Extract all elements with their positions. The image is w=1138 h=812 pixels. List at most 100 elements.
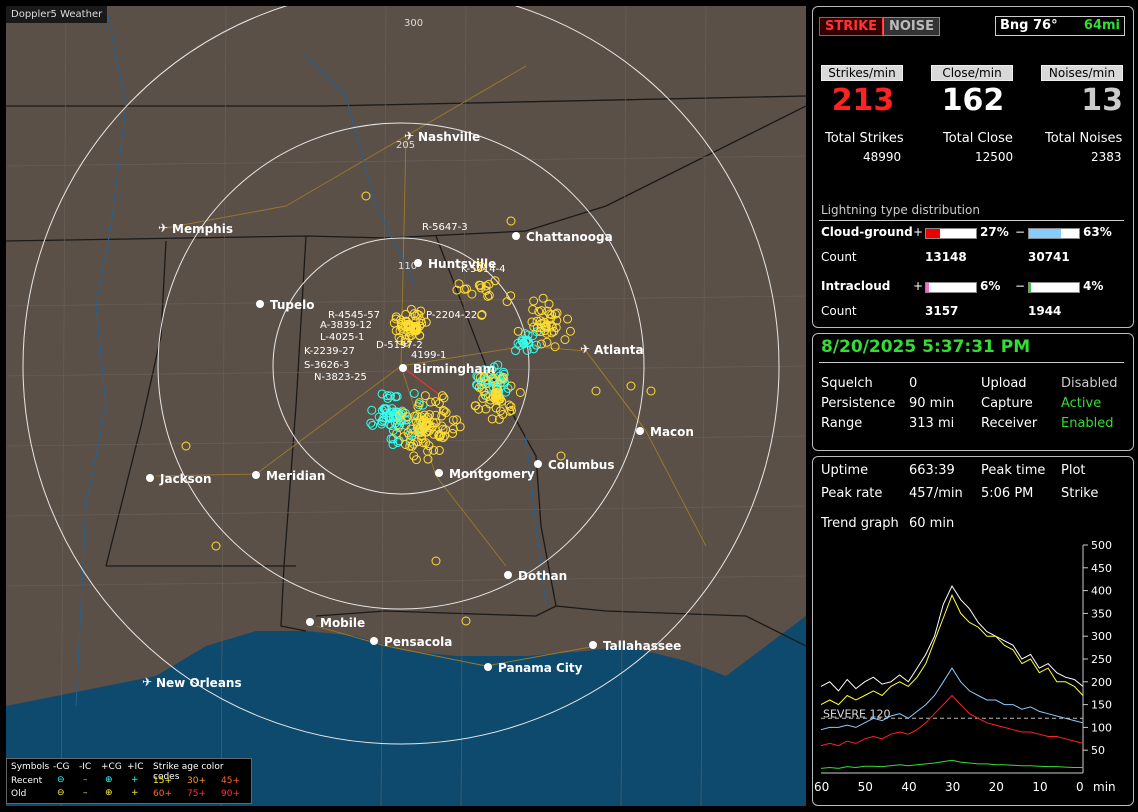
strike-marker [550, 342, 560, 352]
noise-button[interactable]: NOISE [883, 17, 941, 36]
y-tick-label: 400 [1091, 585, 1112, 598]
symbol-legend: Symbols -CG -IC +CG +IC Strike age color… [6, 758, 252, 804]
capture-label: Capture [981, 396, 1033, 411]
total-noises-value: 2383 [1091, 150, 1122, 164]
ic-count-label: Count [821, 304, 857, 318]
old-age-60: 60+ [153, 789, 172, 799]
ic-neg-count: 1944 [1028, 304, 1062, 318]
y-tick-label: 150 [1091, 699, 1112, 712]
cg-pos-pct: 27% [980, 225, 1009, 239]
peak-rate-value: 457/min [909, 486, 963, 501]
cg-count-label: Count [821, 250, 857, 264]
legend-recent-label: Recent [11, 776, 43, 786]
upload-label: Upload [981, 376, 1027, 391]
city-memphis: ✈ Memphis [158, 221, 233, 236]
strike-marker [490, 276, 500, 286]
ic-neg-sign: − [1015, 279, 1026, 293]
close-min-value: 162 [941, 83, 1005, 118]
range-label-300: 300 [404, 18, 423, 29]
city-montgomery: Montgomery [435, 467, 535, 481]
city-label: Macon [650, 425, 694, 439]
receiver-label: Receiver [981, 416, 1038, 431]
close-min-header: Close/min [931, 65, 1013, 81]
strike-marker [529, 296, 539, 306]
city-label: Nashville [418, 130, 480, 144]
ic-neg-pct: 4% [1083, 279, 1104, 293]
ic-pos-pct: 6% [980, 279, 1001, 293]
strike-label: N-3823-25 [314, 372, 367, 383]
city-label: Columbus [548, 458, 615, 472]
lightning-map[interactable]: 300 205 110 ✈ Nashville ✈ Memphis Chattanoog… [6, 6, 806, 806]
city-dot-icon [146, 474, 154, 482]
strike-marker [536, 339, 546, 349]
city-tupelo: Tupelo [256, 298, 315, 312]
trend-series-4 [820, 759, 1083, 769]
upload-value: Disabled [1061, 376, 1118, 391]
strike-marker [211, 541, 221, 551]
peak-rate-label: Peak rate [821, 486, 883, 501]
city-label: Birmingham [413, 362, 495, 376]
city-dot-icon [534, 460, 542, 468]
cg-pos-bar [925, 228, 977, 239]
city-label: Chattanooga [526, 230, 613, 244]
x-unit-label: min [1093, 780, 1116, 794]
strike-marker [366, 418, 376, 428]
strike-label: 4199-1 [411, 350, 446, 361]
strikes-min-value: 213 [831, 83, 895, 118]
trend-graph-label: Trend graph [821, 516, 899, 531]
recent-neg-cg-icon: ⊖ [57, 775, 65, 785]
y-tick-label: 450 [1091, 562, 1112, 575]
persistence-label: Persistence [821, 396, 896, 411]
strike-label: S-3626-3 [304, 360, 349, 371]
plot-value[interactable]: Strike [1061, 486, 1098, 501]
ic-neg-bar [1028, 282, 1080, 293]
strike-marker [461, 616, 471, 626]
legend-col-pos-cg: +CG [101, 762, 122, 772]
city-panama-city: Panama City [484, 661, 583, 675]
x-tick-label: 50 [858, 780, 873, 794]
city-label: Dothan [518, 569, 567, 583]
cg-neg-count: 30741 [1028, 250, 1070, 264]
strike-marker [439, 393, 449, 403]
y-tick-label: 200 [1091, 676, 1112, 689]
trend-graph: 5004504003503002502001501005060 50 40 30 20 1… [814, 541, 1116, 794]
cg-label: Cloud-ground [821, 225, 913, 239]
strike-marker [409, 388, 419, 398]
city-nashville: ✈ Nashville [404, 129, 480, 144]
city-tallahassee: Tallahassee [589, 639, 681, 653]
ic-label: Intracloud [821, 279, 891, 293]
city-dot-icon [512, 232, 520, 240]
old-pos-cg-icon: ⊕ [105, 788, 113, 798]
persistence-value: 90 min [909, 396, 955, 411]
recent-pos-cg-icon: ⊕ [105, 775, 113, 785]
airport-icon: ✈ [158, 221, 168, 235]
city-new-orleans: ✈ New Orleans [142, 675, 242, 690]
plot-label: Plot [1061, 463, 1086, 478]
app-title: Doppler5 Weather [6, 6, 108, 23]
trend-series-1 [820, 593, 1084, 706]
old-age-90: 90+ [221, 789, 240, 799]
distance-value: 64mi [1083, 18, 1120, 33]
noises-min-value: 13 [1081, 83, 1123, 118]
peak-time-label: Peak time [981, 463, 1046, 478]
city-dot-icon [484, 663, 492, 671]
strike-label: K-5014-4 [461, 264, 506, 275]
strike-marker [565, 326, 575, 336]
city-dot-icon [370, 637, 378, 645]
y-tick-label: 100 [1091, 721, 1112, 734]
strike-marker [515, 387, 525, 397]
cg-pos-sign: + [913, 225, 924, 239]
recent-age-30: 30+ [187, 776, 206, 786]
strike-marker [538, 293, 548, 303]
old-age-75: 75+ [187, 789, 206, 799]
city-label: Tupelo [270, 298, 315, 312]
city-dot-icon [414, 259, 422, 267]
cg-neg-pct: 63% [1083, 225, 1112, 239]
city-label: New Orleans [156, 676, 242, 690]
strike-marker [377, 389, 387, 399]
uptime-value: 663:39 [909, 463, 955, 478]
x-tick-label: 20 [989, 780, 1004, 794]
old-neg-cg-icon: ⊖ [57, 788, 65, 798]
strike-button[interactable]: STRIKE [819, 17, 884, 36]
city-label: Montgomery [449, 467, 535, 481]
